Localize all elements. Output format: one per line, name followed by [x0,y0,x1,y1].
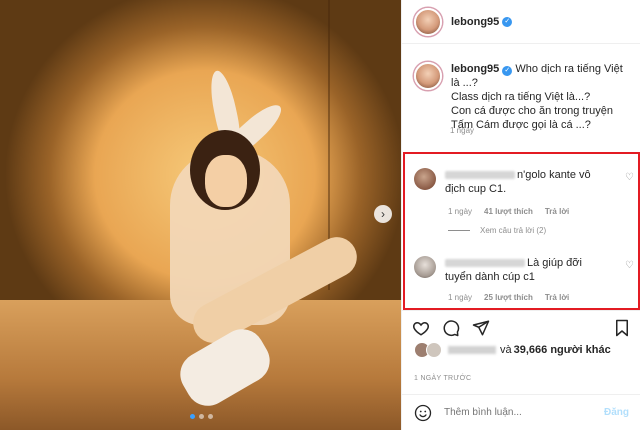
commenter-avatar[interactable] [414,168,436,190]
caption-line-2: Class dịch ra tiếng Việt là...? [451,91,591,103]
carousel-dots [190,414,213,419]
figure-face [205,155,247,207]
comment-text: Là giúp đỡi tuyển dành cúp c1 [445,256,605,284]
liker-avatar [426,342,442,358]
comment-meta: 1 ngày 25 lượt thích Trả lời [448,293,569,302]
action-bar [402,310,640,342]
comment-item: Là giúp đỡi tuyển dành cúp c1 ♡ [414,256,634,284]
redacted-liker-name [448,346,496,354]
carousel-dot [199,414,204,419]
view-replies-label[interactable]: Xem câu trả lời (2) [480,226,546,235]
carousel-dot [208,414,213,419]
comment-text: n'golo kante vô địch cup C1. [445,168,605,196]
post-timestamp[interactable]: 1 NGÀY TRƯỚC [414,375,471,382]
verified-badge-icon: ✓ [502,16,513,27]
like-heart-icon[interactable]: ♡ [625,172,634,183]
reply-button[interactable]: Trả lời [545,207,569,216]
comment-item: n'golo kante vô địch cup C1. ♡ [414,168,634,196]
view-replies[interactable]: Xem câu trả lời (2) [448,226,546,235]
liker-avatars [414,342,442,358]
redacted-username [445,171,515,179]
likes-count[interactable]: 39,666 người khác [514,344,611,356]
emoji-smile-icon[interactable] [414,404,432,422]
comment-time[interactable]: 1 ngày [448,293,472,302]
replies-divider [448,230,470,231]
post-comment-button[interactable]: Đăng [604,407,629,418]
caption-timestamp[interactable]: 1 ngày [450,126,474,135]
comment-bubble-icon[interactable] [442,319,462,337]
add-comment-bar: Đăng [402,394,640,430]
post-sidebar: lebong95 ✓ lebong95 ✓ Who dịch ra tiếng V… [401,0,640,430]
likes-conjunction: và [500,344,512,356]
verified-badge-icon: ✓ [502,66,513,76]
comment-time[interactable]: 1 ngày [448,207,472,216]
redacted-username [445,259,525,267]
caption-username[interactable]: lebong95 [451,63,499,75]
like-heart-icon[interactable] [412,319,432,337]
bookmark-icon[interactable] [613,319,633,337]
comment-input[interactable] [444,407,604,418]
post-caption: lebong95 ✓ Who dịch ra tiếng Việt là ...?… [414,62,634,135]
post-header: lebong95 ✓ [402,0,640,44]
caption-text: lebong95 ✓ Who dịch ra tiếng Việt là ...?… [451,62,629,132]
post-photo[interactable]: › [0,0,401,430]
share-send-icon[interactable] [472,319,492,337]
like-heart-icon[interactable]: ♡ [625,260,634,271]
commenter-avatar[interactable] [414,256,436,278]
comment-likes[interactable]: 25 lượt thích [484,293,533,302]
likes-summary[interactable]: và 39,666 người khác [414,342,613,358]
comment-meta: 1 ngày 41 lượt thích Trả lời [448,207,569,216]
caption-author-avatar[interactable] [414,62,442,90]
author-username[interactable]: lebong95 [451,16,499,28]
reply-button[interactable]: Trả lời [545,293,569,302]
comment-likes[interactable]: 41 lượt thích [484,207,533,216]
carousel-next-button[interactable]: › [374,205,392,223]
caption-line-3: Con cá được cho ăn trong truyện Tấm Cám … [451,105,613,131]
author-avatar[interactable] [414,7,442,36]
carousel-dot-active [190,414,195,419]
